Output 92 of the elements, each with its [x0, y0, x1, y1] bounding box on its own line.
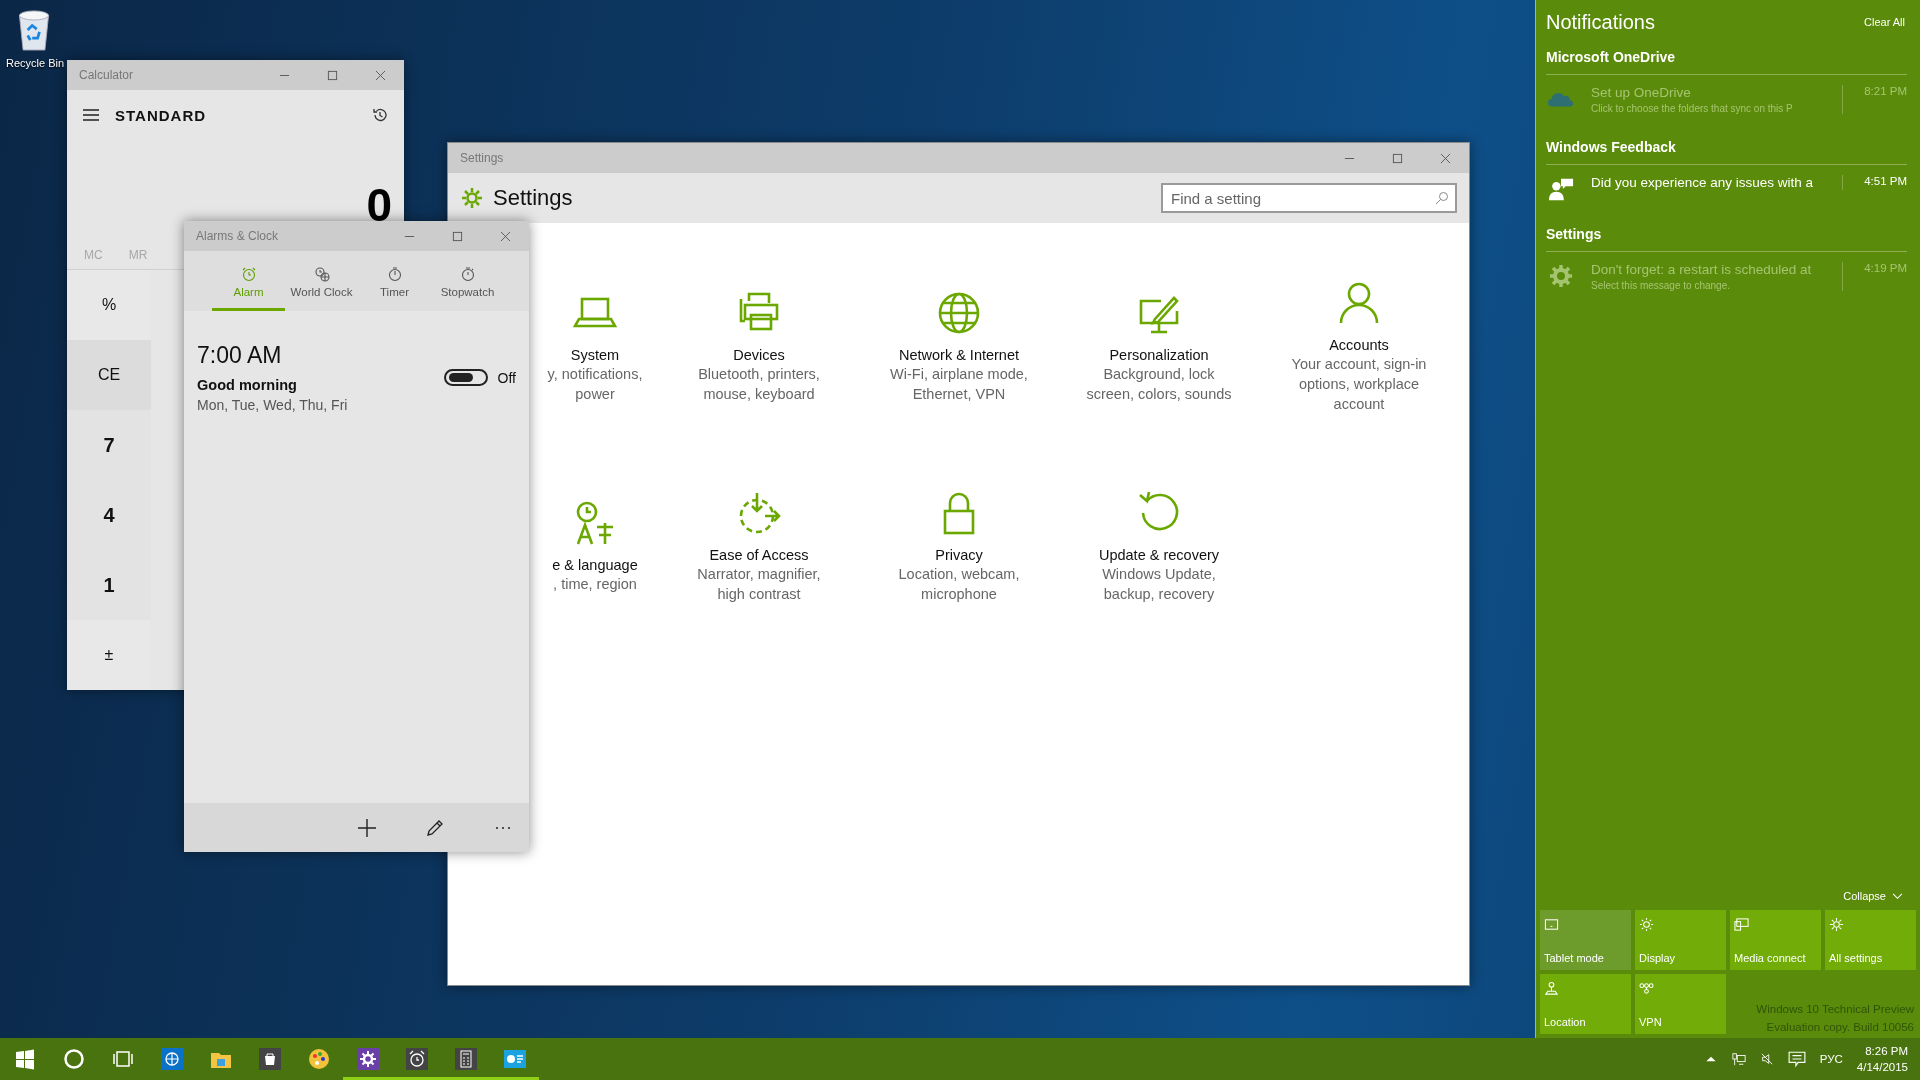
- alarm-name: Good morning: [197, 377, 298, 393]
- bag-app-icon: [258, 1048, 281, 1070]
- gear-icon: [1548, 264, 1574, 288]
- tab[interactable]: Stopwatch: [431, 251, 504, 311]
- window-title: Settings: [460, 151, 505, 165]
- task-view-icon: [111, 1048, 134, 1070]
- window-title: Alarms & Clock: [196, 229, 279, 243]
- category-description: Your account, sign-in options, workplace account: [1291, 355, 1427, 414]
- monitor-app-icon: [503, 1048, 526, 1070]
- sun-icon: [1639, 917, 1654, 932]
- category-title[interactable]: e & language: [552, 557, 638, 573]
- toggle-label: Off: [497, 369, 516, 386]
- alarm-days: Mon, Tue, Wed, Thu, Fri: [197, 397, 444, 413]
- notification-title: Set up OneDrive: [1591, 85, 1692, 100]
- quick-action-tile[interactable]: Tablet mode: [1540, 910, 1631, 970]
- category-title[interactable]: Accounts: [1329, 337, 1389, 353]
- tablet-icon: [1544, 917, 1559, 932]
- category-description: Background, lock screen, colors, sounds: [1086, 365, 1232, 404]
- monitors-icon: [1734, 917, 1749, 932]
- calculator-display: 0: [366, 182, 392, 228]
- chevron-down-icon: [1892, 892, 1903, 900]
- tab[interactable]: Timer: [358, 251, 431, 311]
- close-button[interactable]: [500, 230, 511, 242]
- alarm-clock-icon: [240, 265, 257, 282]
- gear-icon: [461, 187, 483, 209]
- menu-icon[interactable]: [83, 109, 99, 121]
- category-description: Location, webcam, microphone: [898, 565, 1020, 604]
- panel-title: Notifications: [1546, 10, 1655, 34]
- calculator-key[interactable]: CE: [67, 340, 151, 410]
- icon-label[interactable]: Recycle Bin: [6, 57, 65, 69]
- clear-all-link[interactable]: Clear All: [1864, 16, 1905, 28]
- search-icon[interactable]: [1435, 191, 1449, 205]
- category-description: Windows Update, backup, recovery: [1102, 565, 1216, 604]
- timer-icon: [386, 265, 403, 282]
- tab[interactable]: World Clock: [285, 251, 358, 311]
- person-speech-icon: [1548, 177, 1574, 201]
- collapse-link[interactable]: Collapse: [1843, 890, 1903, 902]
- history-icon[interactable]: [372, 107, 388, 123]
- gear-icon: [1829, 917, 1844, 932]
- clock-time[interactable]: 8:26 PM: [1865, 1043, 1908, 1059]
- category-title[interactable]: Devices: [733, 347, 785, 363]
- category-title[interactable]: Ease of Access: [709, 547, 809, 563]
- globe-app-icon: [160, 1048, 183, 1070]
- vpn-icon: [1639, 981, 1654, 996]
- close-button[interactable]: [375, 69, 386, 81]
- windows-logo-icon: [13, 1048, 36, 1070]
- category-description: , time, region: [553, 575, 637, 594]
- language-indicator[interactable]: РУС: [1819, 1053, 1843, 1065]
- maximize-button[interactable]: [452, 230, 463, 242]
- alarm-clock-app-icon: [405, 1048, 428, 1070]
- calculator-key[interactable]: ±: [67, 620, 151, 690]
- palette-app-icon: [307, 1048, 330, 1070]
- category-title[interactable]: Privacy: [935, 547, 983, 563]
- app-name: Settings: [1546, 226, 1907, 252]
- notification-time: 4:51 PM: [1864, 175, 1907, 187]
- gear-app-icon: [356, 1048, 379, 1070]
- close-button[interactable]: [1440, 152, 1451, 164]
- alarm-time[interactable]: 7:00 AM: [197, 342, 444, 369]
- maximize-button[interactable]: [1392, 152, 1403, 164]
- category-description: y, notifications, power: [547, 365, 643, 404]
- notification-body: Select this message to change.: [1591, 280, 1731, 291]
- category-title[interactable]: Personalization: [1109, 347, 1209, 363]
- category-description: Bluetooth, printers, mouse, keyboard: [698, 365, 820, 404]
- category-title[interactable]: Network & Internet: [898, 347, 1020, 363]
- notification-body: Click to choose the folders that sync on this P: [1591, 103, 1794, 114]
- category-description: Narrator, magnifier, high contrast: [697, 565, 821, 604]
- notification[interactable]: Did you experience any issues with a 4:51 PM: [1546, 165, 1907, 219]
- plus-icon[interactable]: [357, 817, 377, 838]
- location-pin-icon: [1544, 981, 1559, 996]
- category-title[interactable]: Update & recovery: [1098, 547, 1220, 563]
- calculator-mode: STANDARD: [115, 106, 208, 124]
- network-icon[interactable]: [1731, 1052, 1746, 1066]
- clock-date[interactable]: 4/14/2015: [1856, 1059, 1908, 1075]
- window-title: Calculator: [79, 68, 135, 82]
- category-description: Wi-Fi, airplane mode, Ethernet, VPN: [890, 365, 1028, 404]
- search-field[interactable]: Find a setting: [1161, 183, 1457, 213]
- notification-title: Did you experience any issues with a: [1591, 175, 1815, 190]
- calculator-app-icon: [454, 1048, 477, 1070]
- app-name: Windows Feedback: [1546, 139, 1907, 165]
- ring-icon: [62, 1048, 85, 1070]
- category-title[interactable]: System: [570, 347, 620, 363]
- page-heading: Settings: [493, 185, 574, 211]
- notification-title: Don't forget: a restart is scheduled at: [1591, 262, 1813, 277]
- notification-time: 4:19 PM: [1864, 262, 1907, 274]
- action-center-icon[interactable]: [1787, 1050, 1806, 1068]
- muted-speaker-icon[interactable]: [1759, 1052, 1774, 1066]
- maximize-button[interactable]: [327, 69, 338, 81]
- notification-time: 8:21 PM: [1864, 85, 1907, 97]
- stopwatch-icon: [459, 265, 476, 282]
- toggle-switch[interactable]: [443, 369, 488, 386]
- app-name: Microsoft OneDrive: [1546, 49, 1907, 75]
- globe-clock-icon: [313, 265, 330, 282]
